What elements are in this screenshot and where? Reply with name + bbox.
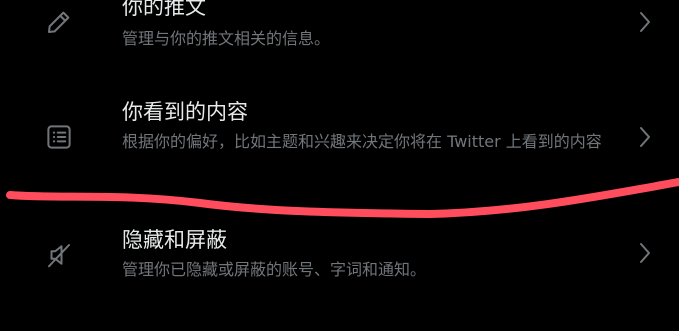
settings-item-content-you-see[interactable]: 你看到的内容 根据你的偏好，比如主题和兴趣来决定你将在 Twitter 上看到的… (0, 90, 679, 190)
chevron-right-icon (636, 8, 654, 36)
chevron-right-icon (636, 123, 654, 151)
settings-item-description: 管理你已隐藏或屏蔽的账号、字词和通知。 (122, 260, 427, 279)
settings-item-title: 隐藏和屏蔽 (122, 228, 227, 252)
list-icon (44, 122, 74, 152)
pencil-icon (44, 7, 74, 37)
settings-list: 你的推文 管理与你的推文相关的信息。 你看到的内容 根据你的偏好，比如主题和兴趣… (0, 0, 679, 331)
chevron-right-icon (636, 239, 654, 267)
settings-item-title: 你看到的内容 (122, 100, 248, 124)
muted-speaker-icon (44, 240, 74, 270)
settings-item-title: 你的推文 (122, 0, 206, 19)
settings-item-mute-and-block[interactable]: 隐藏和屏蔽 管理你已隐藏或屏蔽的账号、字词和通知。 (0, 218, 679, 298)
settings-item-your-tweets[interactable]: 你的推文 管理与你的推文相关的信息。 (0, 0, 679, 64)
settings-item-description: 管理与你的推文相关的信息。 (122, 29, 331, 48)
settings-item-description: 根据你的偏好，比如主题和兴趣来决定你将在 Twitter 上看到的内容 (122, 132, 602, 151)
